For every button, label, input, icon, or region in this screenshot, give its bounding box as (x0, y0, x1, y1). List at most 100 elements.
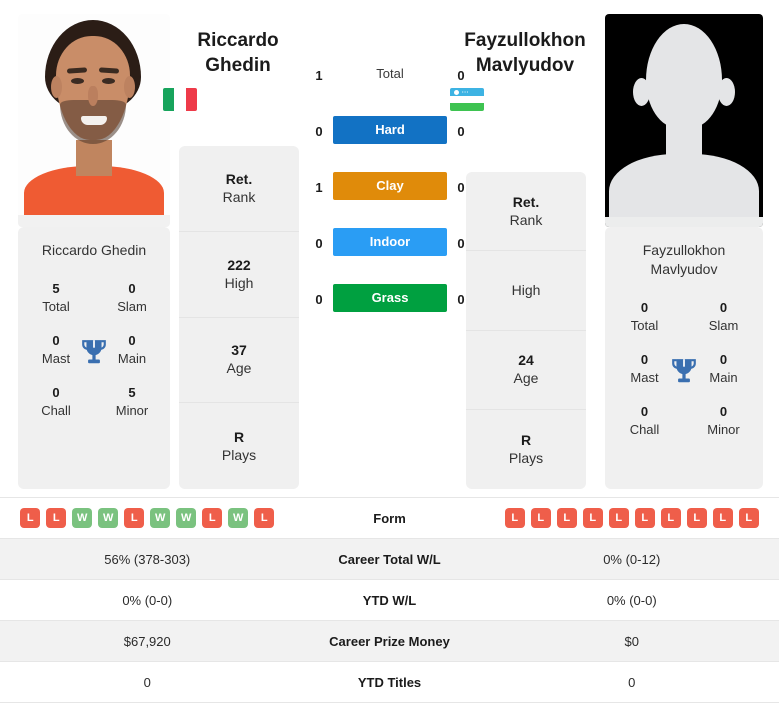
left-rank-card: Ret. Rank 222 High 37 Age R Plays (179, 146, 299, 489)
rank-value: Ret. (225, 170, 253, 187)
photo-eye-right (102, 78, 115, 84)
form-badge-l[interactable]: L (608, 508, 629, 528)
age-value: 24 (518, 352, 534, 369)
titles-total-value: 5 (52, 281, 60, 296)
h2h-row-grass[interactable]: 0 Grass 0 (300, 284, 480, 318)
h2h-row-indoor[interactable]: 0 Indoor 0 (300, 228, 480, 262)
form-badge-w[interactable]: W (98, 508, 119, 528)
rank-cell-age: 37 Age (179, 318, 299, 404)
h2h-row-hard[interactable]: 0 Hard 0 (300, 116, 480, 150)
left-career-prize-money: $67,920 (123, 633, 171, 649)
form-badge-l[interactable]: L (686, 508, 707, 528)
plays-value: R (233, 428, 245, 445)
titles-minor: 5 Minor (94, 384, 170, 420)
left-form-badges: LLWWLWWLWL (0, 508, 295, 528)
photo-ear-right (124, 76, 135, 98)
form-badge-l[interactable]: L (254, 508, 275, 528)
form-badge-l[interactable]: L (202, 508, 223, 528)
titles-slam-value: 0 (128, 281, 136, 296)
h2h-right-score: 0 (457, 124, 465, 139)
photo-neck (76, 140, 112, 176)
rank-cell-age: 24 Age (466, 331, 586, 410)
titles-total-label: Total (630, 318, 659, 333)
rank-cell-rank: Ret. Rank (466, 172, 586, 252)
right-ytd-wl: 0% (0-0) (606, 592, 657, 608)
h2h-surface-label: Indoor (333, 228, 447, 256)
form-badge-l[interactable]: L (582, 508, 603, 528)
photo-bottom-strip (605, 217, 763, 227)
table-row-form: LLWWLWWLWL Form LLLLLLLLLL (0, 498, 779, 539)
form-badge-w[interactable]: W (228, 508, 249, 528)
photo-ear-left (51, 76, 62, 98)
form-badge-l[interactable]: L (46, 508, 67, 528)
form-badge-l[interactable]: L (660, 508, 681, 528)
form-badge-l[interactable]: L (20, 508, 41, 528)
h2h-left-score: 1 (315, 68, 323, 83)
form-badge-w[interactable]: W (150, 508, 171, 528)
row-label-form: Form (373, 510, 406, 526)
right-career-prize-money: $0 (624, 633, 639, 649)
flag-italy-icon (163, 88, 197, 111)
rank-cell-high: 222 High (179, 232, 299, 318)
form-badge-l[interactable]: L (504, 508, 525, 528)
table-row-career-total-wl: 56% (378-303) Career Total W/L 0% (0-12) (0, 539, 779, 580)
titles-slam: 0 Slam (94, 280, 170, 316)
h2h-row-clay[interactable]: 1 Clay 0 (300, 172, 480, 206)
titles-slam-label: Slam (117, 299, 147, 314)
right-titles-grid: 0 Total 0 Slam 0 Mast 0 Main 0 Chall 0 M… (605, 279, 763, 447)
form-badge-l[interactable]: L (124, 508, 145, 528)
age-label: Age (226, 360, 252, 377)
titles-row-chall: 0 Chall 5 Minor (18, 376, 170, 428)
titles-minor-label: Minor (707, 422, 740, 437)
left-player-name[interactable]: Riccardo Ghedin (163, 28, 313, 78)
table-row-ytd-titles: 0 YTD Titles 0 (0, 662, 779, 703)
left-ytd-titles: 0 (143, 674, 151, 690)
photo-nose (88, 86, 98, 106)
photo-mouth (81, 116, 107, 125)
right-titles-card: Fayzullokhon Mavlyudov 0 Total 0 Slam 0 (605, 227, 763, 489)
form-badge-w[interactable]: W (72, 508, 93, 528)
silhouette-body (609, 154, 759, 218)
titles-chall: 0 Chall (18, 384, 94, 420)
silhouette-ear-right (718, 78, 735, 106)
age-value: 37 (231, 342, 247, 359)
rank-cell-rank: Ret. Rank (179, 146, 299, 232)
left-player-first-name: Riccardo (197, 30, 279, 51)
left-player-photo[interactable] (18, 14, 170, 227)
titles-chall-value: 0 (640, 404, 649, 419)
form-badge-l[interactable]: L (556, 508, 577, 528)
titles-total: 5 Total (18, 280, 94, 316)
plays-value: R (520, 431, 532, 448)
rank-cell-high: High (466, 251, 586, 331)
form-badge-l[interactable]: L (634, 508, 655, 528)
form-badge-l[interactable]: L (738, 508, 759, 528)
rank-cell-plays: R Plays (466, 410, 586, 489)
form-badge-l[interactable]: L (712, 508, 733, 528)
row-label-ytd-titles: YTD Titles (357, 674, 422, 690)
silhouette-head (646, 24, 722, 128)
silhouette-ear-left (633, 78, 650, 106)
titles-minor-label: Minor (115, 403, 149, 418)
high-value: 222 (227, 256, 251, 273)
right-rank-card: Ret. Rank High 24 Age R Plays (466, 172, 586, 489)
titles-row-total: 0 Total 0 Slam (605, 291, 763, 343)
table-row-ytd-wl: 0% (0-0) YTD W/L 0% (0-0) (0, 580, 779, 621)
titles-minor-value: 5 (128, 385, 136, 400)
h2h-left-score: 1 (315, 180, 323, 195)
plays-label: Plays (221, 446, 257, 463)
titles-chall-label: Chall (629, 422, 660, 437)
titles-chall: 0 Chall (605, 403, 684, 439)
row-label-ytd-wl: YTD W/L (362, 592, 417, 608)
right-form-cell: LLLLLLLLLL (485, 508, 779, 528)
form-badge-w[interactable]: W (176, 508, 197, 528)
plays-label: Plays (508, 449, 544, 466)
head-to-head-bars: 1 Total 0 0 Hard 0 1 Clay 0 0 Indoor 0 0 (300, 60, 480, 340)
photo-bottom-strip (18, 215, 170, 227)
titles-row-chall: 0 Chall 0 Minor (605, 395, 763, 447)
comparison-table: LLWWLWWLWL Form LLLLLLLLLL 56% (378-303)… (0, 497, 779, 703)
titles-chall-label: Chall (41, 403, 71, 418)
photo-eye-left (71, 78, 84, 84)
left-titles-grid: 5 Total 0 Slam 0 Mast 0 Main 0 Chall 5 M… (18, 260, 170, 428)
form-badge-l[interactable]: L (530, 508, 551, 528)
right-player-photo[interactable] (605, 14, 763, 227)
